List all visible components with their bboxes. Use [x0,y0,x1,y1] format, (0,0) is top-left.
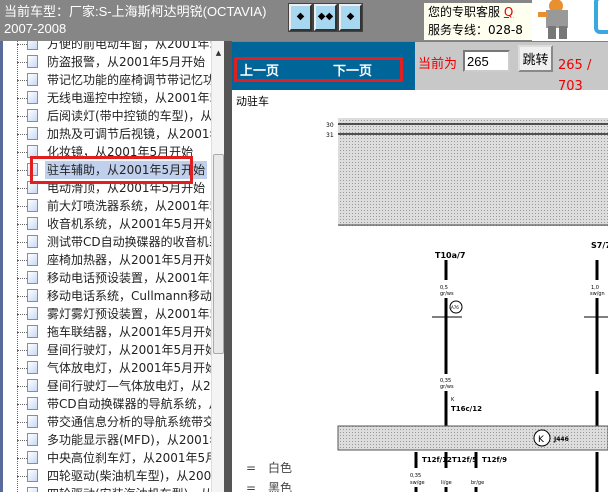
tree-item-label: 昼间行驶灯—气体放电灯，从2001 [47,379,211,393]
tree-item-label: 加热及可调节后视镜，从2001年5月 [47,127,211,141]
tree-item-label: 四轮驱动(柴油机车型)，从2001年5月 [47,469,211,483]
splitter[interactable] [224,41,232,492]
wire-color-label: gr/ws [440,291,454,297]
conn-label: S7/7a [591,241,608,250]
current-page-label: 当前为 [418,57,458,72]
tree-item-label: 雾灯雾灯预设装置，从2001年5月 [47,307,211,321]
highlight-box [30,156,193,184]
document-icon [27,55,38,68]
wiring-diagram-page: 动驻车 30 31 T10a/7 S7/7a 0,5 gr/ws 1,0 sw/… [232,90,608,492]
tree-item-label: 昼间行驶灯，从2001年5月开始(不 [47,343,211,357]
tree-item-label: 气体放电灯，从2001年5月开始 [47,361,211,375]
page-number-input[interactable] [463,50,510,72]
document-icon [27,415,38,428]
tree-item-label: 多功能显示器(MFD)，从2001年5月 [47,433,211,447]
tree-item-label: 防盗报警，从2001年5月开始 [47,55,206,69]
service-box: 您的专职客服 Q 服务专线：028-8 [424,3,532,40]
wire-color-label: li/ge [441,480,452,486]
document-icon [27,307,38,320]
document-icon [27,325,38,338]
tree-item-label: 带CD自动换碟器的导航系统，从2001 [47,397,211,411]
service-label: 您的专职客服 [428,5,501,19]
conn-label: T16c/12 [451,405,482,413]
tree-item-label: 后阅读灯(带中控锁的车型)，从2001 [47,109,211,123]
tree-item-label: 测试带CD自动换碟器的收音机系统 [47,235,211,249]
tree-scrollbar[interactable]: ▲ [211,41,224,492]
tree-item-label: 无线电遥控中控锁，从2001年5月 [47,91,211,105]
document-icon [27,127,38,140]
title-line: 当前车型：厂家:S-上海斯柯达明锐(OCTAVIA) [4,4,267,19]
wire-color-label: br/ge [471,480,484,486]
tree-item-label: 带记忆功能的座椅调节带记忆功能 [47,73,211,87]
conn-label: T12f/12 [422,456,452,464]
tree-item-label: 带交通信息分析的导航系统带交通 [47,415,211,429]
logo-fragment [590,0,608,41]
mascot-image [532,0,590,41]
document-icon [27,433,38,446]
unit-label: J446 [553,436,569,443]
document-icon [27,217,38,230]
tree-item-label: 中央高位刹车灯，从2001年5月开始 [47,451,211,465]
tree-item-label: 收音机系统，从2001年5月开始 [47,217,211,231]
tree-item-label: 拖车联结器，从2001年5月开始 [47,325,211,339]
k-pin-label: K [451,397,455,403]
legend-white: = 白色 [246,461,293,475]
tree-item-label: 四轮驱动(安装汽油机车型)，从2001 [45,485,211,492]
service-hotline: 服务专线：028-8 [428,23,523,37]
service-link[interactable]: Q [504,5,513,19]
scroll-thumb[interactable] [213,154,224,354]
wire-color-label: sw/ge [410,480,425,486]
dual-page-button[interactable]: ◆◆ [314,4,337,31]
header: 当前车型：厂家:S-上海斯柯达明锐(OCTAVIA) 2007-2008 ◆ ◆◆… [0,0,608,41]
highlight-box [234,57,403,82]
document-icon [27,289,38,302]
conn-label: T12f/9 [482,456,507,464]
wire-color-label: gr/ws [440,384,454,390]
document-icon [27,451,38,464]
document-icon [27,379,38,392]
document-icon [27,91,38,104]
tree-item-label: 座椅加热器，从2001年5月开始 [47,253,211,267]
conn-label: T12f/5 [452,456,477,464]
legend-black: = 黑色 [246,481,293,492]
document-icon [27,253,38,266]
vehicle-title: 当前车型：厂家:S-上海斯柯达明锐(OCTAVIA) 2007-2008 [4,3,284,37]
tree-item-label: 前大灯喷洗器系统，从2001年5月 [47,199,211,213]
tree-item-label: 移动电话预设装置，从2001年5月 [47,271,211,285]
tree-item-label: 方便的前电动车窗，从2001年5月开始 [47,41,211,51]
document-icon [27,235,38,248]
document-icon [27,73,38,86]
document-icon [27,487,38,492]
jump-button[interactable]: 跳转 [518,45,553,72]
document-icon [27,469,38,482]
document-icon [27,343,38,356]
wire-size-label: 0,35 [410,473,421,479]
first-page-button[interactable]: ◆ [289,4,312,31]
wiring-diagram: 30 31 T10a/7 S7/7a 0,5 gr/ws 1,0 sw/gn 0… [326,118,608,492]
document-icon [27,199,38,212]
title-year: 2007-2008 [4,21,67,36]
document-icon [27,397,38,410]
component-label: A76 [451,305,459,310]
bus-30: 30 [326,122,334,129]
conn-label: T10a/7 [435,251,465,260]
topic-tree: 方便的前电动车窗，从2001年5月开始防盗报警，从2001年5月开始带记忆功能的… [0,41,211,492]
document-icon [27,109,38,122]
wire-color-label: sw/gn [590,291,605,297]
tree-item-label: 移动电话系统，Cullmann移动电话 [47,289,211,303]
bus-31: 31 [326,132,334,139]
last-page-button[interactable]: ◆ [339,4,362,31]
document-icon [27,361,38,374]
document-icon [27,41,38,50]
document-icon [27,271,38,284]
